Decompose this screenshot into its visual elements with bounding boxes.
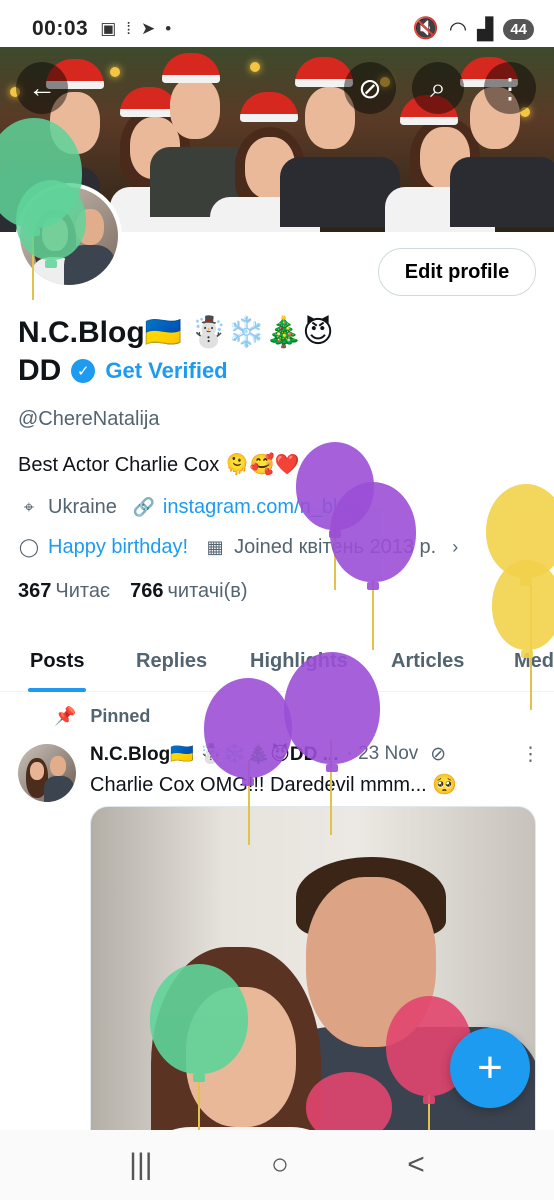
post-author-avatar[interactable] (18, 744, 76, 802)
back-arrow-icon: ← (28, 72, 56, 103)
search-button[interactable]: ⌕ (412, 62, 464, 114)
balloon-decoration (330, 482, 416, 590)
following-count: 367 (18, 580, 52, 602)
follow-stats: 367 Читає 766 читачі(в) (18, 580, 248, 603)
profile-handle: @ChereNatalija (18, 408, 160, 430)
post-text: Charlie Cox OMG!!! Daredevil mmm... 🥺 (90, 774, 458, 796)
hide-button[interactable]: ⊘ (344, 62, 396, 114)
balloon-decoration (204, 678, 292, 786)
followers-label: читачі(в) (167, 580, 248, 602)
profile-birthday[interactable]: Happy birthday! (48, 536, 188, 559)
following-link[interactable]: 367 Читає (18, 580, 110, 603)
calendar-icon: ▦ (206, 537, 224, 557)
chevron-right-icon: › (452, 537, 459, 557)
display-name-suffix: DD (18, 354, 62, 387)
status-right-icons: 🔇 ◠ ▟ 44 (413, 17, 534, 42)
profile-location: Ukraine (48, 496, 117, 518)
back-nav-icon[interactable]: < (407, 1148, 425, 1182)
more-button[interactable]: ⋮ (484, 62, 536, 114)
balloon-decoration (16, 180, 86, 268)
balloon-decoration (284, 652, 380, 772)
display-name-line2: DD ✓ Get Verified (18, 354, 228, 388)
more-vertical-icon: ⋮ (496, 72, 524, 104)
profile-bio: Best Actor Charlie Cox 🫠🥰❤️ (18, 454, 300, 476)
tab-posts[interactable]: Posts (27, 630, 87, 692)
location-pin-icon: ⌖ (23, 497, 35, 517)
screenshot-icon: ▣ (100, 19, 117, 38)
followers-link[interactable]: 766 читачі(в) (130, 580, 247, 603)
cell-signal-icon: ▟ (477, 17, 494, 41)
profile-tabs: Posts Replies Highlights Articles Media (0, 630, 554, 692)
tab-articles[interactable]: Articles (391, 630, 464, 692)
eye-slash-icon: ⊘ (358, 72, 382, 104)
wifi-icon: ◠ (448, 17, 468, 41)
status-time: 00:03 (32, 17, 89, 40)
tab-replies[interactable]: Replies (136, 630, 207, 692)
back-button[interactable]: ← (16, 62, 68, 114)
battery-indicator: 44 (503, 18, 534, 40)
post-more-icon[interactable]: ⋮ (521, 743, 540, 766)
eye-slash-icon[interactable]: ⊘ (430, 743, 446, 766)
followers-count: 766 (130, 580, 164, 602)
display-name: N.C.Blog🇺🇦 ☃️❄️🎄😈 (18, 316, 334, 349)
dot-icon: • (165, 19, 172, 38)
balloon-icon: ◯ (18, 537, 40, 557)
pinned-label: Pinned (90, 706, 151, 726)
status-left-icons: ▣ ⁞ ➤ • (100, 19, 171, 39)
telegram-icon: ➤ (141, 19, 156, 38)
compose-post-button[interactable]: + (450, 1028, 530, 1108)
search-icon: ⌕ (430, 71, 446, 103)
link-icon: 🔗 (132, 497, 156, 517)
system-nav-bar: ||| ○ < (0, 1130, 554, 1200)
edit-profile-button[interactable]: Edit profile (378, 248, 536, 296)
balloon-decoration (492, 560, 554, 658)
pinned-indicator: 📌 Pinned (54, 706, 150, 727)
balloon-decoration (150, 964, 248, 1082)
following-label: Читає (55, 580, 111, 602)
verified-badge-icon: ✓ (71, 359, 96, 383)
pin-icon: 📌 (54, 706, 77, 726)
get-verified-link[interactable]: Get Verified (105, 358, 227, 384)
mute-icon: 🔇 (412, 17, 439, 40)
recents-icon[interactable]: ||| (129, 1148, 152, 1182)
signal-dots-icon: ⁞ (126, 19, 132, 38)
home-icon[interactable]: ○ (271, 1148, 289, 1182)
